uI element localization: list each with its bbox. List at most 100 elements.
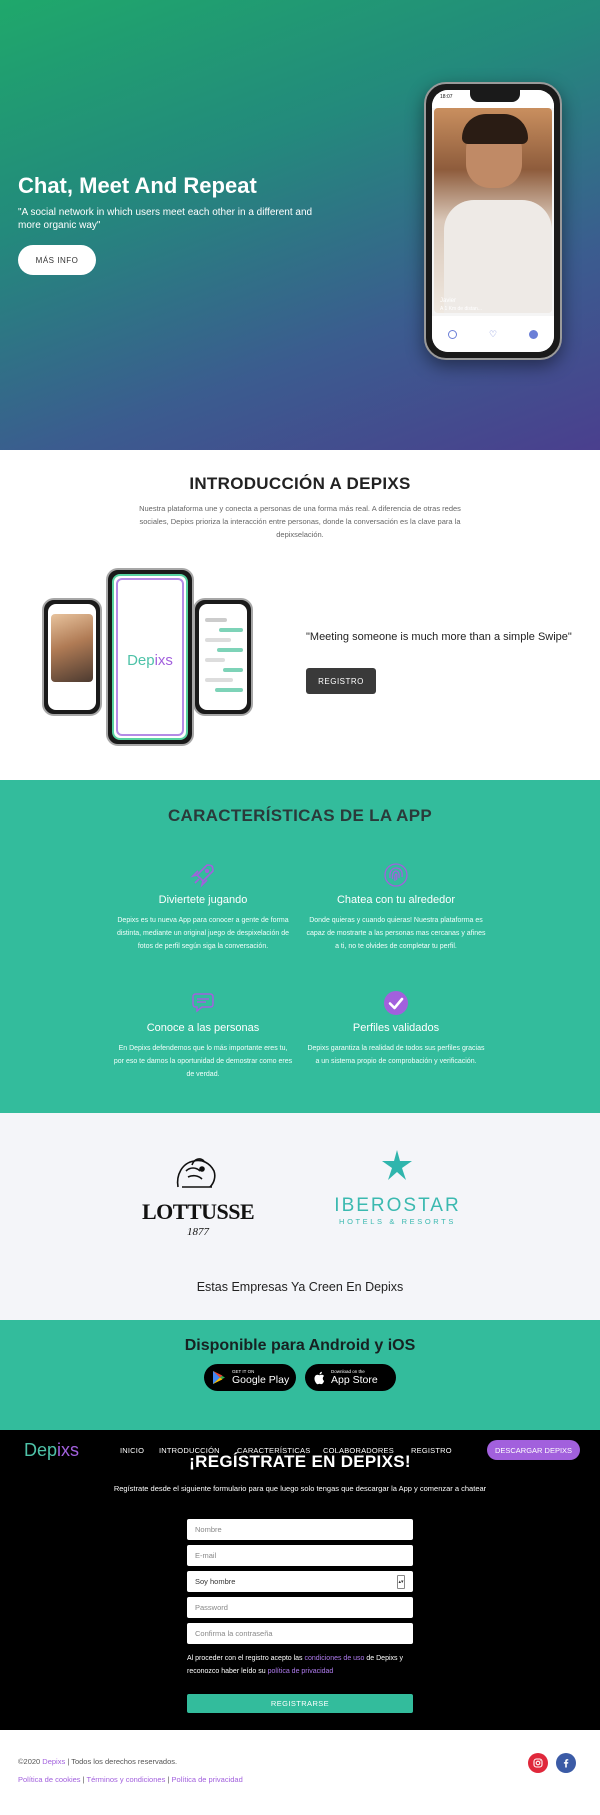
legal-part-1: Al proceder con el registro acepto las [187, 1655, 305, 1662]
phone-left-screen [48, 604, 96, 710]
feature-title: Diviertete jugando [158, 894, 248, 906]
chat-line [217, 648, 243, 652]
features-title: CARACTERÍSTICAS DE LA APP [167, 806, 433, 825]
privacy-policy-link[interactable]: política de privacidad [268, 1668, 334, 1675]
chat-line [205, 678, 233, 682]
app-store-button[interactable]: Download on the App Store [305, 1364, 396, 1391]
footer: ©2020 Depixs | Todos los derechos reserv… [0, 1730, 600, 1815]
photo-hair [462, 114, 528, 144]
copyright-part-c: | Todos los derechos reservados. [65, 1757, 178, 1766]
password-input[interactable] [187, 1597, 413, 1618]
app-store-label: Download on the App Store [331, 1369, 378, 1386]
hero-title: Chat, Meet And Repeat [18, 173, 257, 198]
chat-line [223, 668, 243, 672]
register-title: ¡REGÍSTRATE EN DEPIXS! [189, 1452, 411, 1471]
registro-button[interactable]: REGISTRO [306, 668, 376, 694]
partners-caption: Estas Empresas Ya Creen En Depixs [196, 1280, 404, 1294]
depixs-splash-logo: Depixs [114, 652, 186, 669]
intro-title: INTRODUCCIÓN A DEPIXS [189, 474, 411, 493]
feature-item: Perfiles validados Depixs garantiza la r… [306, 990, 486, 1068]
copyright-text: ©2020 Depixs | Todos los derechos reserv… [18, 1757, 177, 1766]
chat-line [205, 658, 225, 662]
intro-quote: "Meeting someone is much more than a sim… [306, 631, 572, 643]
gender-select[interactable]: Soy hombre ▴▾ [187, 1571, 413, 1592]
chat-line [205, 618, 227, 622]
rocket-icon [190, 862, 216, 888]
woman-photo [51, 614, 93, 682]
legal-text: Al proceder con el registro acepto las c… [187, 1652, 413, 1678]
phone-middle-screen: Depixs [112, 574, 188, 740]
phone-middle: Depixs [106, 568, 194, 746]
chat-bubbles-icon [190, 990, 216, 1016]
feature-title: Perfiles validados [352, 1022, 440, 1034]
verified-check-icon [383, 990, 409, 1016]
profile-tab-icon [447, 329, 457, 339]
available-title: Disponible para Android y iOS [184, 1337, 416, 1354]
confirm-password-input[interactable] [187, 1623, 413, 1644]
partners-section: LOTTUSSE 1877 IBEROSTAR HOTELS & RESORTS… [0, 1113, 600, 1320]
lottusse-lion-emblem-icon [172, 1153, 220, 1193]
chat-tab-icon [529, 329, 538, 339]
privacy-link[interactable]: Política de privacidad [171, 1775, 242, 1784]
cookies-policy-link[interactable]: Política de cookies [18, 1775, 81, 1784]
facebook-icon[interactable] [556, 1753, 576, 1773]
phone-screen: 18:07 Javier A 1 Km de distan... ♡ [432, 90, 554, 352]
iberostar-logo-text: IBEROSTAR [334, 1195, 461, 1216]
gender-select-value: Soy hombre [195, 1577, 236, 1586]
footer-links: Política de cookies | Términos y condici… [18, 1775, 243, 1784]
register-submit-button[interactable]: REGISTRARSE [187, 1694, 413, 1713]
feature-item: Diviertete jugando Depixs es tu nueva Ap… [113, 862, 293, 953]
name-input[interactable] [187, 1519, 413, 1540]
feature-item: Chatea con tu alrededor Donde quieras y … [306, 862, 486, 953]
google-play-icon [213, 1371, 225, 1384]
register-section: Depixs INICIO INTRODUCCIÓN CARACTERÍSTIC… [0, 1430, 600, 1730]
phone-tab-bar: ♡ [432, 316, 554, 352]
fingerprint-icon [383, 862, 409, 888]
feature-description: Donde quieras y cuando quieras! Nuestra … [306, 917, 486, 950]
phone-notch [470, 90, 520, 102]
feature-description: Depixs es tu nueva App para conocer a ge… [116, 917, 289, 950]
intro-section: INTRODUCCIÓN A DEPIXS Nuestra plataforma… [0, 450, 600, 780]
chat-line [215, 688, 243, 692]
photo-shirt [444, 200, 552, 313]
lottusse-logo-text: LOTTUSSE [142, 1199, 255, 1224]
google-play-button[interactable]: GET IT ON Google Play [204, 1364, 296, 1391]
google-play-label: GET IT ON Google Play [232, 1369, 289, 1386]
lottusse-year: 1877 [187, 1226, 209, 1238]
copyright-brand: Depixs [42, 1757, 66, 1766]
features-section: CARACTERÍSTICAS DE LA APP Diviertete jug… [0, 780, 600, 1113]
app-store-big: App Store [331, 1374, 378, 1386]
chat-line [219, 628, 243, 632]
intro-text: Nuestra plataforma une y conecta a perso… [139, 504, 461, 539]
feature-title: Conoce a las personas [146, 1022, 260, 1034]
feature-description: Depixs garantiza la realidad de todos su… [307, 1045, 485, 1065]
email-input[interactable] [187, 1545, 413, 1566]
available-section: Disponible para Android y iOS GET IT ON … [0, 1320, 600, 1430]
register-subtitle: Regístrate desde el siguiente formulario… [113, 1484, 487, 1493]
profile-distance: A 1 Km de distan... [440, 306, 482, 312]
feature-item: Conoce a las personas En Depixs defendem… [113, 990, 293, 1081]
phone-right-screen [199, 604, 247, 710]
chat-line [205, 638, 231, 642]
terms-link[interactable]: Términos y condiciones [87, 1775, 166, 1784]
phone-left [42, 598, 102, 716]
profile-photo: Javier A 1 Km de distan... [434, 108, 552, 313]
hero-section: Chat, Meet And Repeat "A social network … [0, 0, 600, 450]
heart-tab-icon: ♡ [488, 328, 498, 339]
iberostar-star-icon [380, 1149, 414, 1183]
phone-right [193, 598, 253, 716]
feature-description: En Depixs defendemos que lo más importan… [113, 1045, 293, 1078]
logo-part-a: Dep [127, 652, 155, 669]
apple-icon [314, 1371, 325, 1384]
profile-name: Javier [440, 298, 457, 304]
google-play-big: Google Play [232, 1374, 290, 1386]
copyright-part-a: ©2020 [18, 1757, 43, 1766]
instagram-icon[interactable] [528, 1753, 548, 1773]
hero-subtitle: "A social network in which users meet ea… [18, 207, 313, 231]
iberostar-subtitle: HOTELS & RESORTS [339, 1217, 456, 1226]
more-info-button[interactable]: MÁS INFO [18, 245, 96, 275]
feature-title: Chatea con tu alrededor [336, 894, 456, 906]
terms-of-use-link[interactable]: condiciones de uso [305, 1655, 365, 1662]
app-phones-image: Depixs [38, 568, 268, 748]
chevron-down-icon: ▴▾ [397, 1574, 405, 1589]
